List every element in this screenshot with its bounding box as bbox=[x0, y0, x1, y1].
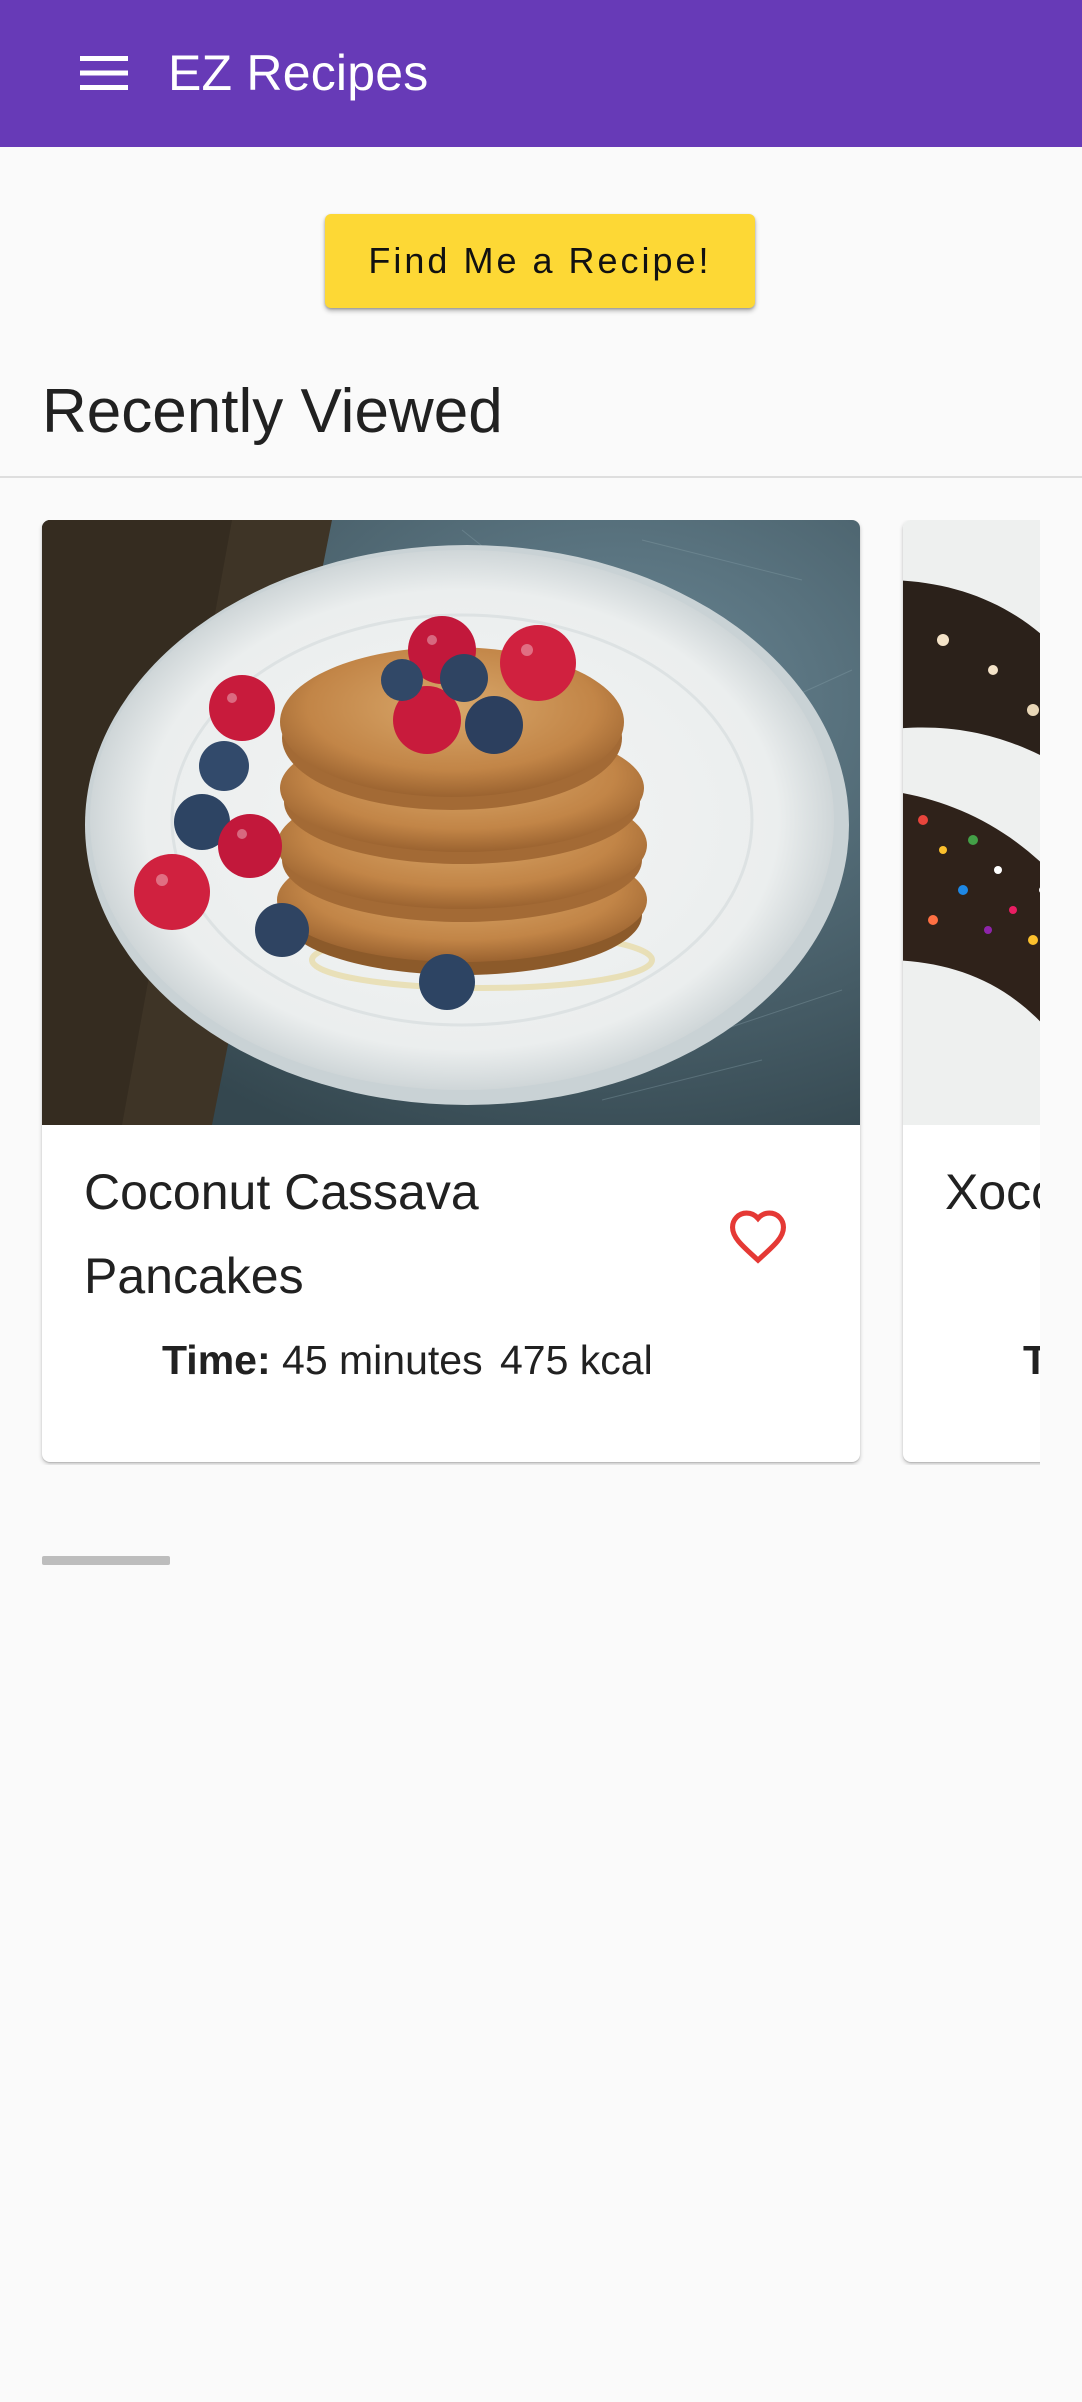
favorite-button[interactable] bbox=[720, 1200, 796, 1272]
recipe-time: T bbox=[1023, 1332, 1040, 1388]
recipe-card[interactable]: Xoco Rod T bbox=[903, 520, 1040, 1462]
app-bar: EZ Recipes bbox=[0, 0, 1082, 147]
menu-button[interactable] bbox=[60, 44, 148, 102]
recipe-image bbox=[903, 520, 1040, 1125]
recipe-time: Time: 45 minutes bbox=[162, 1332, 483, 1388]
recipe-name: Coconut Cassava Pancakes bbox=[84, 1164, 479, 1304]
section-divider bbox=[0, 476, 1082, 478]
time-value: 45 minutes bbox=[282, 1337, 483, 1383]
recipe-calories: 475 kcal bbox=[500, 1337, 653, 1383]
recipe-name: Xoco Rod bbox=[945, 1164, 1040, 1220]
recently-viewed-heading: Recently Viewed bbox=[42, 377, 503, 446]
carousel-scroll-indicator bbox=[42, 1556, 170, 1565]
app-title: EZ Recipes bbox=[168, 45, 429, 101]
hamburger-menu-icon bbox=[80, 56, 128, 90]
recipe-card[interactable]: Coconut Cassava Pancakes Time: 45 minute… bbox=[42, 520, 860, 1462]
time-label: Time: bbox=[162, 1337, 271, 1383]
time-label: T bbox=[1023, 1337, 1040, 1383]
recently-viewed-carousel[interactable]: Coconut Cassava Pancakes Time: 45 minute… bbox=[0, 520, 1040, 1465]
find-recipe-button[interactable]: Find Me a Recipe! bbox=[325, 214, 755, 308]
recipe-image bbox=[42, 520, 860, 1125]
heart-outline-icon bbox=[729, 1210, 787, 1264]
